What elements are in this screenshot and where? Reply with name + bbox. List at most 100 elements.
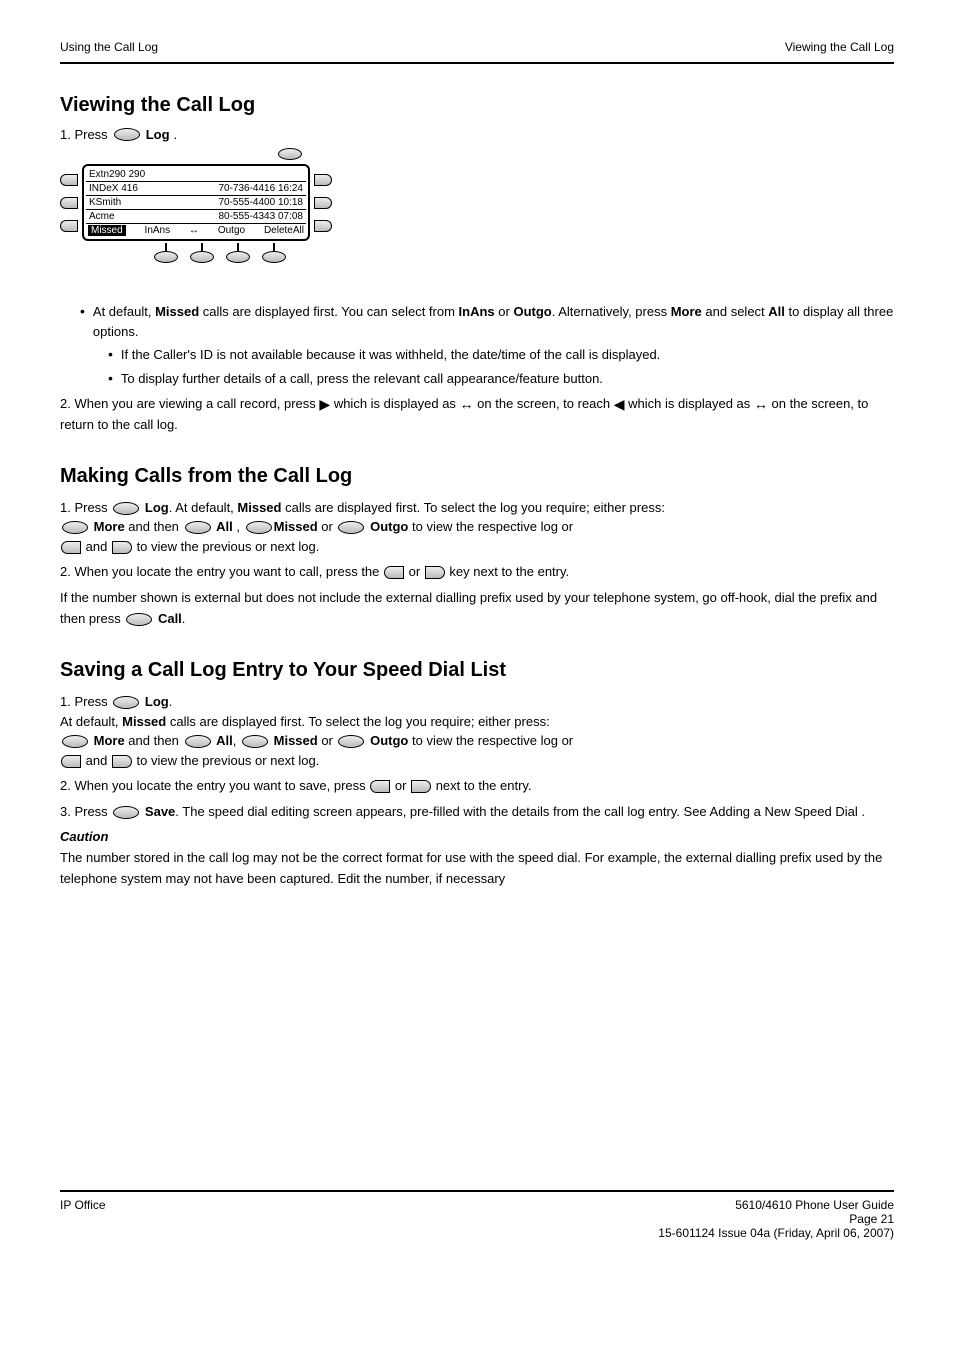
s3s1e: calls are displayed first. To select the… [166, 714, 549, 729]
s3s1m: to view the respective log or [408, 733, 573, 748]
s2s1g: All [216, 519, 236, 534]
half-oval-right-icon [112, 755, 132, 768]
s2s2c: key next to the entry. [446, 564, 569, 579]
row-name: INDeX 416 [89, 183, 138, 194]
s3s1f: More [94, 733, 129, 748]
half-oval-left-icon [370, 780, 390, 793]
s2s1b: . At default, [169, 500, 238, 515]
section-title-saving: Saving a Call Log Entry to Your Speed Di… [60, 659, 894, 682]
b1b: Missed [155, 304, 199, 319]
sec2-step2: 2. When you locate the entry you want to… [60, 562, 894, 582]
s2s1k: Outgo [370, 519, 412, 534]
bottom-rule [60, 1190, 894, 1192]
oval-button-icon [114, 128, 140, 141]
step-2-row: 2. When you are viewing a call record, p… [60, 394, 894, 435]
s3s2c: next to the entry. [432, 778, 531, 793]
oval-button-icon [242, 735, 268, 748]
s3s3a: 3. Press [60, 804, 111, 819]
section-title-making: Making Calls from the Call Log [60, 465, 894, 488]
row-num: 70-736-4416 16:24 [218, 183, 303, 194]
oval-button-icon [185, 521, 211, 534]
top-rule [60, 62, 894, 64]
s3s1c: At default, [60, 714, 122, 729]
s3s1h: All [216, 733, 233, 748]
s2a: 2. When you are viewing a call record, p… [60, 396, 319, 411]
step1-pre: 1. Press [60, 127, 108, 142]
side-key-left [60, 174, 78, 186]
nested1-text: If the Caller's ID is not available beca… [121, 345, 660, 365]
oval-button-icon [62, 735, 88, 748]
log-button-label: Log [146, 127, 170, 142]
oval-button-icon [338, 735, 364, 748]
s2s1m: and [86, 539, 108, 554]
footer-right1: 5610/4610 Phone User Guide [735, 1198, 894, 1212]
half-oval-left-icon [61, 541, 81, 554]
side-key-left [60, 197, 78, 209]
nested-2: • To display further details of a call, … [108, 369, 894, 389]
s3s3btn: Save [145, 804, 175, 819]
phone-diagram: Extn290 290 INDeX 416 70-736-4416 16:24 K… [60, 148, 380, 263]
sec3-step2: 2. When you locate the entry you want to… [60, 776, 894, 796]
s2s1l: to view the respective log or [412, 519, 573, 534]
nested2-text: To display further details of a call, pr… [121, 369, 603, 389]
row-num: 70-555-4400 10:18 [218, 197, 303, 208]
half-oval-left-icon [61, 755, 81, 768]
oval-button-icon [246, 521, 272, 534]
oval-button-icon [113, 502, 139, 515]
s3s1g: and then [128, 733, 182, 748]
s3s1a: 1. Press [60, 694, 111, 709]
s2s1f: and then [128, 519, 182, 534]
screen-title: Extn290 290 [89, 169, 145, 180]
footer: IP Office 5610/4610 Phone User Guide Pag… [60, 1198, 894, 1240]
half-oval-right-icon [411, 780, 431, 793]
s2s1e: More [94, 519, 129, 534]
sec2-step1: 1. Press Log. At default, Missed calls a… [60, 498, 894, 557]
caution-label: Caution [60, 829, 108, 844]
b1c: calls are displayed first. You can selec… [199, 304, 458, 319]
b1j: All [768, 304, 785, 319]
s2note: If the number shown is external but does… [60, 590, 877, 626]
s2s1j: or [321, 519, 336, 534]
nested-1: • If the Caller's ID is not available be… [108, 345, 894, 365]
s3s1b: . [169, 694, 173, 709]
sec3-step1: 1. Press Log. At default, Missed calls a… [60, 692, 894, 770]
left-arrow-icon: ◀ [614, 394, 625, 415]
b1g: . Alternatively, press [552, 304, 671, 319]
row-name: Acme [89, 211, 115, 222]
oval-button-icon [62, 521, 88, 534]
b1a: At default, [93, 304, 155, 319]
oval-button-icon [126, 613, 152, 626]
s2s1d: calls are displayed first. To select the… [281, 500, 664, 515]
b1h: More [671, 304, 702, 319]
footer-right3: 15-601124 Issue 04a (Friday, April 06, 2… [658, 1226, 894, 1240]
section-title-viewing: Viewing the Call Log [60, 94, 894, 117]
s2s2b: or [405, 564, 424, 579]
side-key-left [60, 220, 78, 232]
oval-button-icon [113, 696, 139, 709]
side-key-right [314, 197, 332, 209]
row-name: KSmith [89, 197, 121, 208]
s3s1j: Missed [274, 733, 322, 748]
bullet-default: • At default, Missed calls are displayed… [80, 302, 894, 341]
s3s1l: Outgo [370, 733, 408, 748]
b1i: and select [702, 304, 769, 319]
side-key-right [314, 220, 332, 232]
b1d: InAns [459, 304, 495, 319]
s3s2a: 2. When you locate the entry you want to… [60, 778, 369, 793]
step1-post: . [174, 127, 178, 142]
s2s1c: Missed [237, 500, 281, 515]
double-arrow-icon: ↔ [460, 394, 474, 415]
softkey-missed: Missed [88, 225, 126, 236]
s3s1k: or [321, 733, 336, 748]
b1f: Outgo [513, 304, 551, 319]
s3s3b: . The speed dial editing screen appears,… [175, 804, 865, 819]
header-left: Using the Call Log [60, 40, 158, 54]
header-right: Viewing the Call Log [785, 40, 894, 54]
softkey-outgo: Outgo [218, 225, 245, 236]
oval-button-icon [185, 735, 211, 748]
oval-button-icon [338, 521, 364, 534]
caution-block: Caution The number stored in the call lo… [60, 827, 894, 889]
softkey-inans: InAns [145, 225, 171, 236]
oval-button-icon [113, 806, 139, 819]
sec3-step3: 3. Press Save. The speed dial editing sc… [60, 802, 894, 822]
